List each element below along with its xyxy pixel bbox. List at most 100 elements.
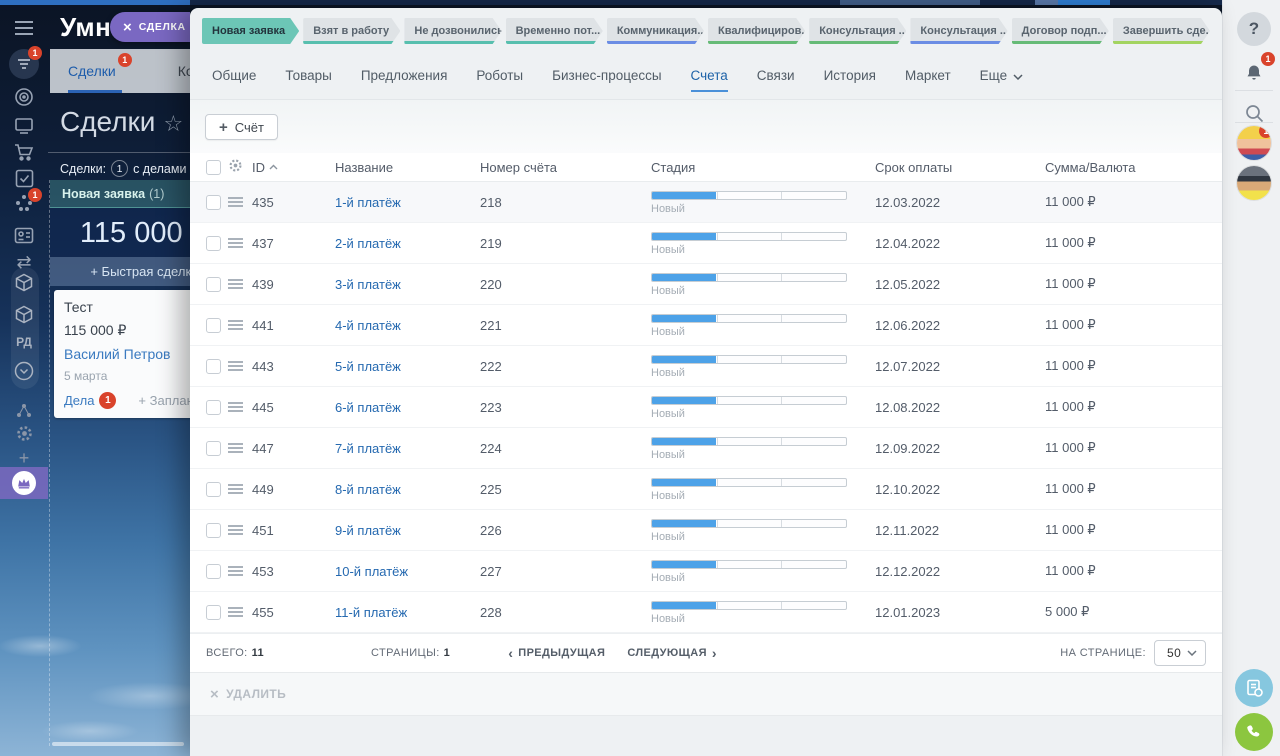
tab-Общие[interactable]: Общие <box>212 68 256 83</box>
help-button[interactable]: ? <box>1237 12 1271 46</box>
row-menu-icon[interactable] <box>228 197 243 207</box>
row-checkbox[interactable] <box>206 481 221 497</box>
slider-close-pill[interactable]: × СДЕЛКА <box>110 12 190 42</box>
table-row[interactable]: 455 11-й платёж 228 Новый 12.01.2023 5 000 ₽ <box>190 592 1222 633</box>
column-name[interactable]: Название <box>335 160 480 175</box>
contact-card-icon[interactable] <box>0 227 48 244</box>
plus-icon[interactable]: + <box>0 448 48 469</box>
invoice-link[interactable]: 8-й платёж <box>335 482 480 497</box>
table-row[interactable]: 441 4-й платёж 221 Новый 12.06.2022 11 000 ₽ <box>190 305 1222 346</box>
user-avatar[interactable]: 1 <box>1237 126 1271 160</box>
table-row[interactable]: 453 10-й платёж 227 Новый 12.12.2022 11 000 ₽ <box>190 551 1222 592</box>
prev-page-button[interactable]: ‹ ПРЕДЫДУЩАЯ <box>508 646 605 660</box>
cube-outline-icon[interactable] <box>0 305 48 324</box>
table-row[interactable]: 447 7-й платёж 224 Новый 12.09.2022 11 000 ₽ <box>190 428 1222 469</box>
per-page-select[interactable]: 50 <box>1154 640 1206 666</box>
favorite-star-icon[interactable]: ☆ <box>163 111 183 136</box>
tab-Связи[interactable]: Связи <box>757 68 795 83</box>
row-checkbox[interactable] <box>206 358 221 374</box>
row-checkbox[interactable] <box>206 399 221 415</box>
row-menu-icon[interactable] <box>228 607 243 617</box>
row-checkbox[interactable] <box>206 194 221 210</box>
tab-Еще[interactable]: Еще <box>980 68 1023 83</box>
invoice-link[interactable]: 4-й платёж <box>335 318 480 333</box>
column-due[interactable]: Срок оплаты <box>875 160 1045 175</box>
row-menu-icon[interactable] <box>228 402 243 412</box>
tariff-crown-item[interactable] <box>0 467 48 499</box>
stage-chip[interactable]: Завершить сде... <box>1113 18 1210 44</box>
invoice-link[interactable]: 10-й платёж <box>335 564 480 579</box>
table-row[interactable]: 443 5-й платёж 222 Новый 12.07.2022 11 000 ₽ <box>190 346 1222 387</box>
row-checkbox[interactable] <box>206 522 221 538</box>
row-menu-icon[interactable] <box>228 566 243 576</box>
cart-icon[interactable] <box>0 143 48 162</box>
row-menu-icon[interactable] <box>228 238 243 248</box>
select-all-checkbox[interactable] <box>206 159 221 175</box>
notifications-button[interactable]: 1 <box>1237 52 1275 90</box>
stage-chip[interactable]: Консультация ... <box>910 18 1007 44</box>
column-number[interactable]: Номер счёта <box>480 160 651 175</box>
row-checkbox[interactable] <box>206 317 221 333</box>
telephony-button[interactable] <box>1235 713 1273 751</box>
table-row[interactable]: 445 6-й платёж 223 Новый 12.08.2022 11 000 ₽ <box>190 387 1222 428</box>
table-row[interactable]: 451 9-й платёж 226 Новый 12.11.2022 11 000 ₽ <box>190 510 1222 551</box>
add-invoice-button[interactable]: + Счёт <box>205 114 278 140</box>
rd-app-icon[interactable]: РД <box>0 335 48 349</box>
row-checkbox[interactable] <box>206 440 221 456</box>
column-amount[interactable]: Сумма/Валюта <box>1045 160 1206 175</box>
stage-chip[interactable]: Новая заявка <box>202 18 299 44</box>
row-checkbox[interactable] <box>206 563 221 579</box>
horizontal-scrollbar[interactable] <box>52 742 184 746</box>
tab-contacts[interactable]: Конта <box>178 63 190 79</box>
deal-card-todo[interactable]: Дела 1 <box>64 392 117 409</box>
invoice-link[interactable]: 2-й платёж <box>335 236 480 251</box>
next-page-button[interactable]: СЛЕДУЮЩАЯ › <box>627 646 717 660</box>
molecule-icon[interactable] <box>0 403 48 418</box>
stage-chip[interactable]: Консультация ... <box>809 18 906 44</box>
target-icon[interactable] <box>0 87 48 107</box>
table-row[interactable]: 435 1-й платёж 218 Новый 12.03.2022 11 000 ₽ <box>190 182 1222 223</box>
row-checkbox[interactable] <box>206 276 221 292</box>
row-menu-icon[interactable] <box>228 320 243 330</box>
row-checkbox[interactable] <box>206 604 221 620</box>
column-stage[interactable]: Стадия <box>651 160 875 175</box>
tab-deals[interactable]: Сделки 1 <box>68 53 132 93</box>
invoice-link[interactable]: 7-й платёж <box>335 441 480 456</box>
invoice-link[interactable]: 6-й платёж <box>335 400 480 415</box>
monitor-icon[interactable] <box>0 117 48 135</box>
crm-funnel-icon[interactable]: 1 <box>0 46 48 79</box>
tab-Маркет[interactable]: Маркет <box>905 68 951 83</box>
cube-icon[interactable] <box>0 273 48 292</box>
row-checkbox[interactable] <box>206 235 221 251</box>
row-menu-icon[interactable] <box>228 279 243 289</box>
row-menu-icon[interactable] <box>228 484 243 494</box>
tab-История[interactable]: История <box>824 68 876 83</box>
invoice-link[interactable]: 1-й платёж <box>335 195 480 210</box>
search-button[interactable] <box>1237 96 1271 130</box>
tab-Предложения[interactable]: Предложения <box>361 68 448 83</box>
menu-icon[interactable] <box>0 19 48 37</box>
invoice-link[interactable]: 5-й платёж <box>335 359 480 374</box>
stage-chip[interactable]: Договор подп... <box>1012 18 1109 44</box>
tab-Товары[interactable]: Товары <box>285 68 331 83</box>
invoice-link[interactable]: 11-й платёж <box>335 605 480 620</box>
network-icon[interactable]: 1 <box>0 188 48 213</box>
gear-icon[interactable] <box>0 425 48 442</box>
stage-chip[interactable]: Взят в работу <box>303 18 400 44</box>
delete-button[interactable]: × УДАЛИТЬ <box>210 687 286 702</box>
invoice-link[interactable]: 3-й платёж <box>335 277 480 292</box>
invoice-link[interactable]: 9-й платёж <box>335 523 480 538</box>
row-menu-icon[interactable] <box>228 443 243 453</box>
tasks-icon[interactable] <box>0 169 48 188</box>
row-menu-icon[interactable] <box>228 361 243 371</box>
tab-Бизнес-процессы[interactable]: Бизнес-процессы <box>552 68 661 83</box>
row-menu-icon[interactable] <box>228 525 243 535</box>
table-row[interactable]: 439 3-й платёж 220 Новый 12.05.2022 11 000 ₽ <box>190 264 1222 305</box>
feedback-button[interactable] <box>1235 669 1273 707</box>
stage-chip[interactable]: Коммуникация... <box>607 18 704 44</box>
column-id[interactable]: ID <box>252 160 335 175</box>
stage-chip[interactable]: Не дозвонились <box>404 18 501 44</box>
tab-Роботы[interactable]: Роботы <box>476 68 523 83</box>
chevron-down-circle-icon[interactable] <box>0 361 48 381</box>
stage-chip[interactable]: Временно пот... <box>506 18 603 44</box>
